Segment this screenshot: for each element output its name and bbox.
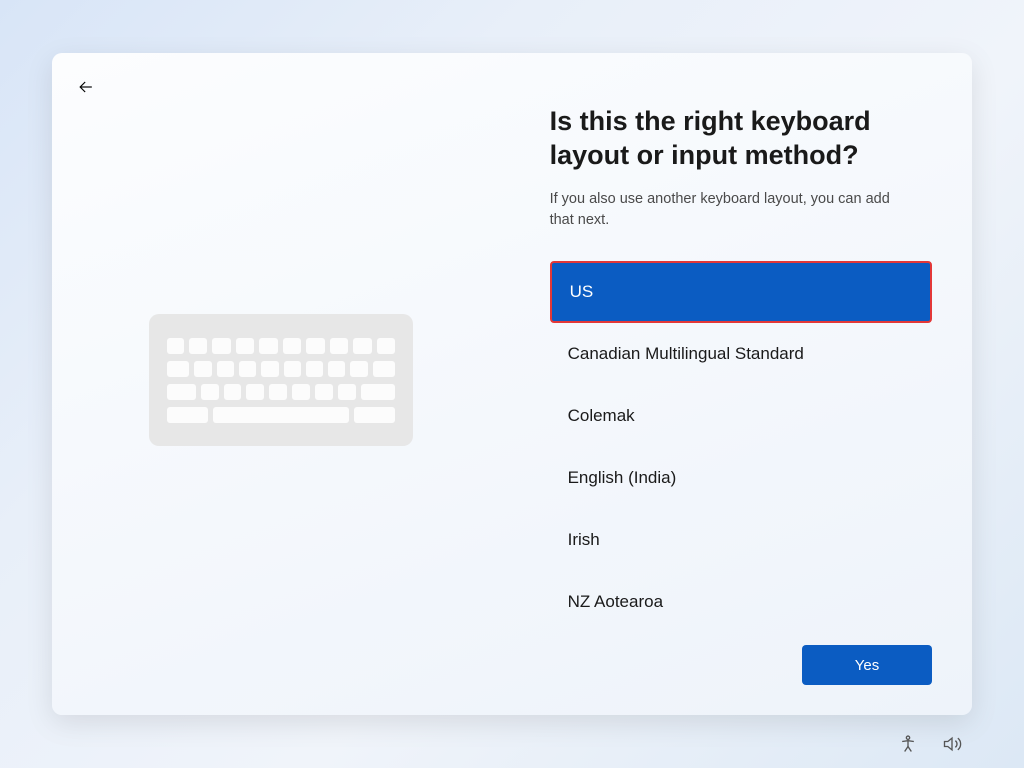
footer-actions: Yes <box>550 645 932 685</box>
layout-option-us[interactable]: US <box>550 261 932 323</box>
layout-option-nz-aotearoa[interactable]: NZ Aotearoa <box>550 571 932 633</box>
illustration-column <box>52 53 494 715</box>
content-column: Is this the right keyboard layout or inp… <box>494 53 972 715</box>
layout-option-colemak[interactable]: Colemak <box>550 385 932 447</box>
setup-panel: Is this the right keyboard layout or inp… <box>52 53 972 715</box>
page-subtitle: If you also use another keyboard layout,… <box>550 189 910 231</box>
layout-option-canadian[interactable]: Canadian Multilingual Standard <box>550 323 932 385</box>
layout-option-english-india[interactable]: English (India) <box>550 447 932 509</box>
keyboard-icon <box>149 314 413 446</box>
keyboard-layout-list: US Canadian Multilingual Standard Colema… <box>550 261 932 633</box>
accessibility-icon[interactable] <box>898 734 918 754</box>
yes-button[interactable]: Yes <box>802 645 932 685</box>
system-tray <box>898 734 962 754</box>
page-title: Is this the right keyboard layout or inp… <box>550 105 930 173</box>
layout-option-irish[interactable]: Irish <box>550 509 932 571</box>
volume-icon[interactable] <box>942 734 962 754</box>
